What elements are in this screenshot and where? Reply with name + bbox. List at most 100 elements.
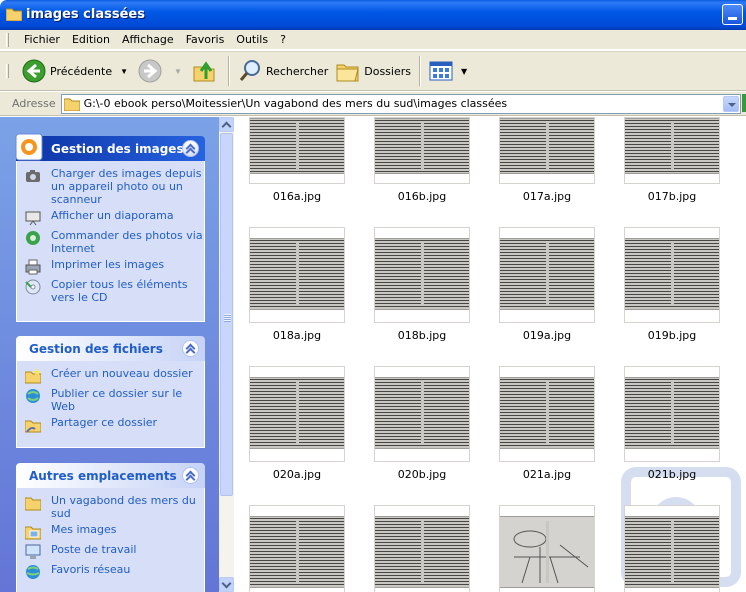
file-name: 021a.jpg bbox=[522, 468, 572, 481]
file-thumbnail[interactable]: 021b.jpg bbox=[624, 366, 720, 481]
collapse-icon[interactable] bbox=[182, 140, 199, 157]
thumbnail-frame bbox=[374, 505, 470, 592]
folders-button[interactable]: Dossiers bbox=[332, 54, 415, 88]
collapse-icon[interactable] bbox=[182, 340, 199, 357]
file-thumbnail[interactable] bbox=[624, 505, 720, 592]
page-scan-image bbox=[500, 118, 594, 174]
search-button[interactable]: Rechercher bbox=[234, 54, 332, 88]
menu-outils[interactable]: Outils bbox=[230, 31, 274, 48]
thumbnail-frame bbox=[374, 117, 470, 184]
task-slideshow[interactable]: Afficher un diaporama bbox=[25, 209, 204, 226]
file-name: 017a.jpg bbox=[522, 190, 572, 203]
task-share-folder[interactable]: Partager ce dossier bbox=[25, 416, 204, 433]
file-thumbnail[interactable]: 019a.jpg bbox=[499, 227, 595, 342]
task-publish-web[interactable]: Publier ce dossier sur le Web bbox=[25, 387, 204, 413]
vertical-scrollbar[interactable] bbox=[219, 117, 234, 592]
scroll-thumb[interactable] bbox=[220, 133, 233, 496]
search-icon bbox=[239, 60, 260, 81]
views-button[interactable]: ▼ bbox=[425, 54, 477, 88]
place-network[interactable]: Favoris réseau bbox=[25, 563, 204, 580]
panel-body: Créer un nouveau dossier Publier ce doss… bbox=[16, 361, 205, 448]
folder-icon bbox=[25, 497, 41, 511]
file-thumbnail[interactable]: 020b.jpg bbox=[374, 366, 470, 481]
place-my-pictures[interactable]: Mes images bbox=[25, 523, 204, 540]
page-scan-image bbox=[625, 238, 719, 310]
folder-icon bbox=[63, 98, 80, 111]
task-label: Poste de travail bbox=[51, 543, 137, 556]
file-thumbnail[interactable] bbox=[374, 505, 470, 592]
file-thumbnail[interactable] bbox=[249, 505, 345, 592]
forward-dropdown-icon[interactable]: ▼ bbox=[174, 67, 182, 76]
file-thumbnail[interactable]: 016a.jpg bbox=[249, 117, 345, 203]
minimize-button[interactable] bbox=[722, 4, 743, 25]
panel-header[interactable]: Autres emplacements bbox=[16, 463, 205, 488]
file-name: 018b.jpg bbox=[397, 329, 447, 342]
address-bar: Adresse G:\-0 ebook perso\Moitessier\Un … bbox=[0, 92, 746, 116]
forward-arrow-icon bbox=[138, 59, 162, 83]
file-thumbnail[interactable]: 018a.jpg bbox=[249, 227, 345, 342]
task-print-images[interactable]: Imprimer les images bbox=[25, 258, 204, 275]
thumbnail-frame bbox=[624, 366, 720, 462]
menu-edition[interactable]: Edition bbox=[66, 31, 116, 48]
task-new-folder[interactable]: Créer un nouveau dossier bbox=[25, 367, 204, 384]
back-dropdown-icon[interactable]: ▼ bbox=[120, 67, 128, 76]
file-name: 020b.jpg bbox=[397, 468, 447, 481]
panel-header[interactable]: Gestion des images bbox=[15, 133, 205, 161]
panel-body: Charger des images depuis un appareil ph… bbox=[16, 161, 205, 322]
page-scan-image bbox=[375, 238, 469, 310]
task-label: Imprimer les images bbox=[51, 258, 165, 271]
menu-fichier[interactable]: Fichier bbox=[18, 31, 66, 48]
file-thumbnail[interactable]: 017b.jpg bbox=[624, 117, 720, 203]
address-dropdown-button[interactable] bbox=[722, 95, 739, 112]
panel-header[interactable]: Gestion des fichiers bbox=[16, 336, 205, 361]
folder-icon bbox=[6, 8, 22, 21]
forward-button[interactable] bbox=[134, 54, 170, 88]
thumbnail-frame bbox=[374, 366, 470, 462]
task-order-photos[interactable]: Commander des photos via Internet bbox=[25, 229, 204, 255]
page-scan-image bbox=[250, 516, 344, 588]
file-name: 016b.jpg bbox=[397, 190, 447, 203]
collapse-icon[interactable] bbox=[182, 467, 199, 484]
address-field[interactable]: G:\-0 ebook perso\Moitessier\Un vagabond… bbox=[60, 93, 741, 114]
file-name: 016a.jpg bbox=[272, 190, 322, 203]
panel-gestion-images: Gestion des images Charger des images de… bbox=[15, 133, 205, 322]
page-scan-image bbox=[625, 118, 719, 174]
cd-copy-icon bbox=[25, 279, 41, 295]
go-button[interactable] bbox=[742, 94, 746, 112]
views-icon bbox=[429, 61, 453, 81]
file-thumbnail[interactable]: 018b.jpg bbox=[374, 227, 470, 342]
thumbnail-frame bbox=[624, 227, 720, 323]
menu-bar: Fichier Edition Affichage Favoris Outils… bbox=[0, 30, 746, 50]
file-thumbnail[interactable]: 020a.jpg bbox=[249, 366, 345, 481]
printer-icon bbox=[25, 259, 41, 275]
place-my-computer[interactable]: Poste de travail bbox=[25, 543, 204, 560]
thumbnail-frame bbox=[249, 366, 345, 462]
task-copy-to-cd[interactable]: Copier tous les éléments vers le CD bbox=[25, 278, 204, 304]
scroll-up-button[interactable] bbox=[219, 117, 234, 132]
page-scan-image bbox=[500, 238, 594, 310]
file-name: 019b.jpg bbox=[647, 329, 697, 342]
menu-favoris[interactable]: Favoris bbox=[180, 31, 231, 48]
file-name: 021b.jpg bbox=[647, 468, 697, 481]
task-label: Créer un nouveau dossier bbox=[51, 367, 193, 380]
file-thumbnail[interactable] bbox=[499, 505, 595, 592]
order-photos-icon bbox=[26, 231, 40, 245]
file-thumbnail[interactable]: 019b.jpg bbox=[624, 227, 720, 342]
thumbnail-frame bbox=[249, 117, 345, 184]
file-name: 017b.jpg bbox=[647, 190, 697, 203]
menu-affichage[interactable]: Affichage bbox=[116, 31, 180, 48]
network-icon bbox=[26, 565, 40, 579]
file-thumbnail[interactable]: 021a.jpg bbox=[499, 366, 595, 481]
file-thumbnail[interactable]: 017a.jpg bbox=[499, 117, 595, 203]
back-arrow-icon bbox=[22, 59, 46, 83]
views-dropdown-icon: ▼ bbox=[461, 66, 468, 76]
scroll-down-button[interactable] bbox=[219, 577, 234, 592]
menu-help[interactable]: ? bbox=[274, 31, 292, 48]
place-parent-folder[interactable]: Un vagabond des mers du sud bbox=[25, 494, 204, 520]
file-thumbnail[interactable]: 016b.jpg bbox=[374, 117, 470, 203]
task-load-images[interactable]: Charger des images depuis un appareil ph… bbox=[25, 167, 204, 206]
back-button[interactable]: Précédente bbox=[18, 54, 116, 88]
up-folder-icon bbox=[193, 61, 215, 82]
thumbnail-frame bbox=[624, 117, 720, 184]
up-folder-button[interactable] bbox=[188, 54, 224, 88]
